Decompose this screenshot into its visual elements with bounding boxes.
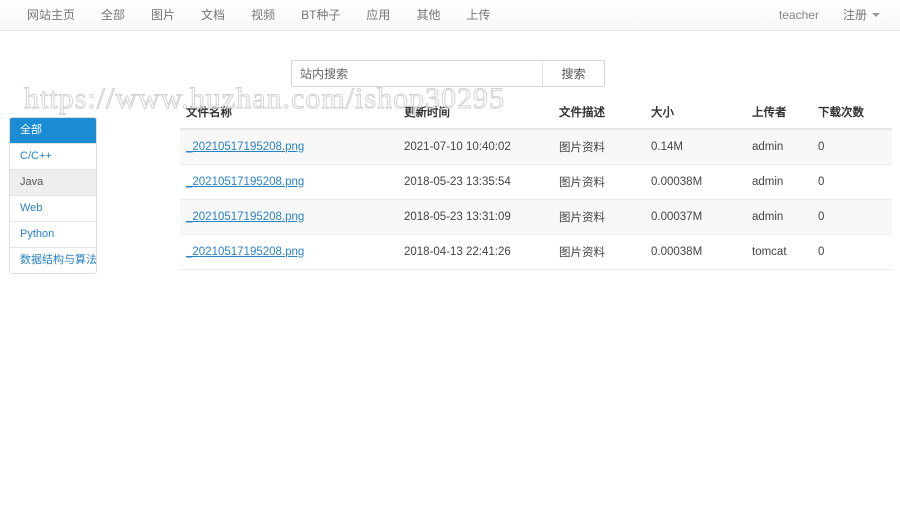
column-header-filename: 文件名称 — [180, 104, 404, 130]
cell-uploader: admin — [752, 199, 818, 235]
nav-item-videos[interactable]: 视频 — [238, 0, 288, 30]
nav-item-upload[interactable]: 上传 — [453, 0, 503, 30]
file-link[interactable]: _20210517195208.png — [186, 246, 304, 258]
cell-updatetime: 2018-05-23 13:35:54 — [404, 164, 559, 200]
category-sidebar: 全部 C/C++ Java Web Python 数据结构与算法 — [9, 117, 97, 274]
file-table: 文件名称 更新时间 文件描述 大小 上传者 下载次数 _202105171952… — [180, 104, 892, 270]
sidebar-item-1[interactable]: 全部 — [10, 118, 96, 144]
file-link[interactable]: _20210517195208.png — [186, 141, 304, 153]
cell-uploader: tomcat — [752, 234, 818, 270]
nav-item-other[interactable]: 其他 — [403, 0, 453, 30]
cell-filename: _20210517195208.png — [180, 164, 404, 200]
cell-size: 0.00037M — [651, 199, 752, 235]
cell-size: 0.14M — [651, 129, 752, 165]
cell-description: 图片资料 — [559, 234, 651, 270]
table-row: _20210517195208.png 2018-05-23 13:31:09 图片… — [180, 199, 892, 235]
sidebar-item-6[interactable]: 数据结构与算法 — [10, 248, 96, 273]
file-link[interactable]: _20210517195208.png — [186, 211, 304, 223]
nav-item-images[interactable]: 图片 — [138, 0, 188, 30]
table-row: _20210517195208.png 2018-05-23 13:35:54 图片… — [180, 164, 892, 200]
chevron-down-icon — [872, 13, 880, 17]
search-input[interactable] — [292, 61, 542, 86]
cell-updatetime: 2018-04-13 22:41:26 — [404, 234, 559, 270]
cell-downloads: 0 — [818, 234, 892, 270]
cell-filename: _20210517195208.png — [180, 234, 404, 270]
cell-downloads: 0 — [818, 129, 892, 165]
cell-downloads: 0 — [818, 164, 892, 200]
file-table-body: _20210517195208.png 2021-07-10 10:40:02 图片… — [180, 129, 892, 270]
register-menu[interactable]: 注册 — [831, 0, 884, 30]
nav-item-all[interactable]: 全部 — [88, 0, 138, 30]
cell-filename: _20210517195208.png — [180, 199, 404, 235]
cell-uploader: admin — [752, 129, 818, 165]
cell-description: 图片资料 — [559, 129, 651, 165]
column-header-updatetime: 更新时间 — [404, 104, 559, 130]
cell-updatetime: 2018-05-23 13:31:09 — [404, 199, 559, 235]
table-header-row: 文件名称 更新时间 文件描述 大小 上传者 下载次数 — [180, 104, 892, 130]
cell-size: 0.00038M — [651, 234, 752, 270]
search-button[interactable]: 搜索 — [542, 61, 604, 86]
nav-item-documents[interactable]: 文档 — [188, 0, 238, 30]
column-header-description: 文件描述 — [559, 104, 651, 130]
primary-nav: 网站主页 全部 图片 文档 视频 BT种子 应用 其他 上传 — [14, 0, 503, 30]
sidebar-item-2[interactable]: C/C++ — [10, 144, 96, 170]
column-header-downloads: 下载次数 — [818, 104, 892, 130]
top-navbar: 网站主页 全部 图片 文档 视频 BT种子 应用 其他 上传 teacher 注册 — [0, 0, 900, 31]
sidebar-item-4[interactable]: Web — [10, 196, 96, 222]
nav-item-home[interactable]: 网站主页 — [14, 0, 88, 30]
sidebar-item-5[interactable]: Python — [10, 222, 96, 248]
user-nav: teacher 注册 — [767, 0, 884, 30]
cell-description: 图片资料 — [559, 164, 651, 200]
sidebar-item-3[interactable]: Java — [10, 170, 96, 196]
register-label: 注册 — [842, 8, 867, 22]
column-header-size: 大小 — [651, 104, 752, 130]
cell-uploader: admin — [752, 164, 818, 200]
cell-updatetime: 2021-07-10 10:40:02 — [404, 129, 559, 165]
file-link[interactable]: _20210517195208.png — [186, 176, 304, 188]
nav-item-torrents[interactable]: BT种子 — [288, 0, 353, 30]
file-table-container: 文件名称 更新时间 文件描述 大小 上传者 下载次数 _202105171952… — [180, 104, 892, 270]
cell-downloads: 0 — [818, 199, 892, 235]
site-search-group: 搜索 — [291, 60, 605, 87]
cell-description: 图片资料 — [559, 199, 651, 235]
file-table-head: 文件名称 更新时间 文件描述 大小 上传者 下载次数 — [180, 104, 892, 130]
cell-size: 0.00038M — [651, 164, 752, 200]
username-label: teacher — [778, 8, 819, 22]
nav-item-apps[interactable]: 应用 — [353, 0, 403, 30]
table-row: _20210517195208.png 2018-04-13 22:41:26 图片… — [180, 234, 892, 270]
column-header-uploader: 上传者 — [752, 104, 818, 130]
cell-filename: _20210517195208.png — [180, 129, 404, 165]
table-row: _20210517195208.png 2021-07-10 10:40:02 图片… — [180, 129, 892, 165]
